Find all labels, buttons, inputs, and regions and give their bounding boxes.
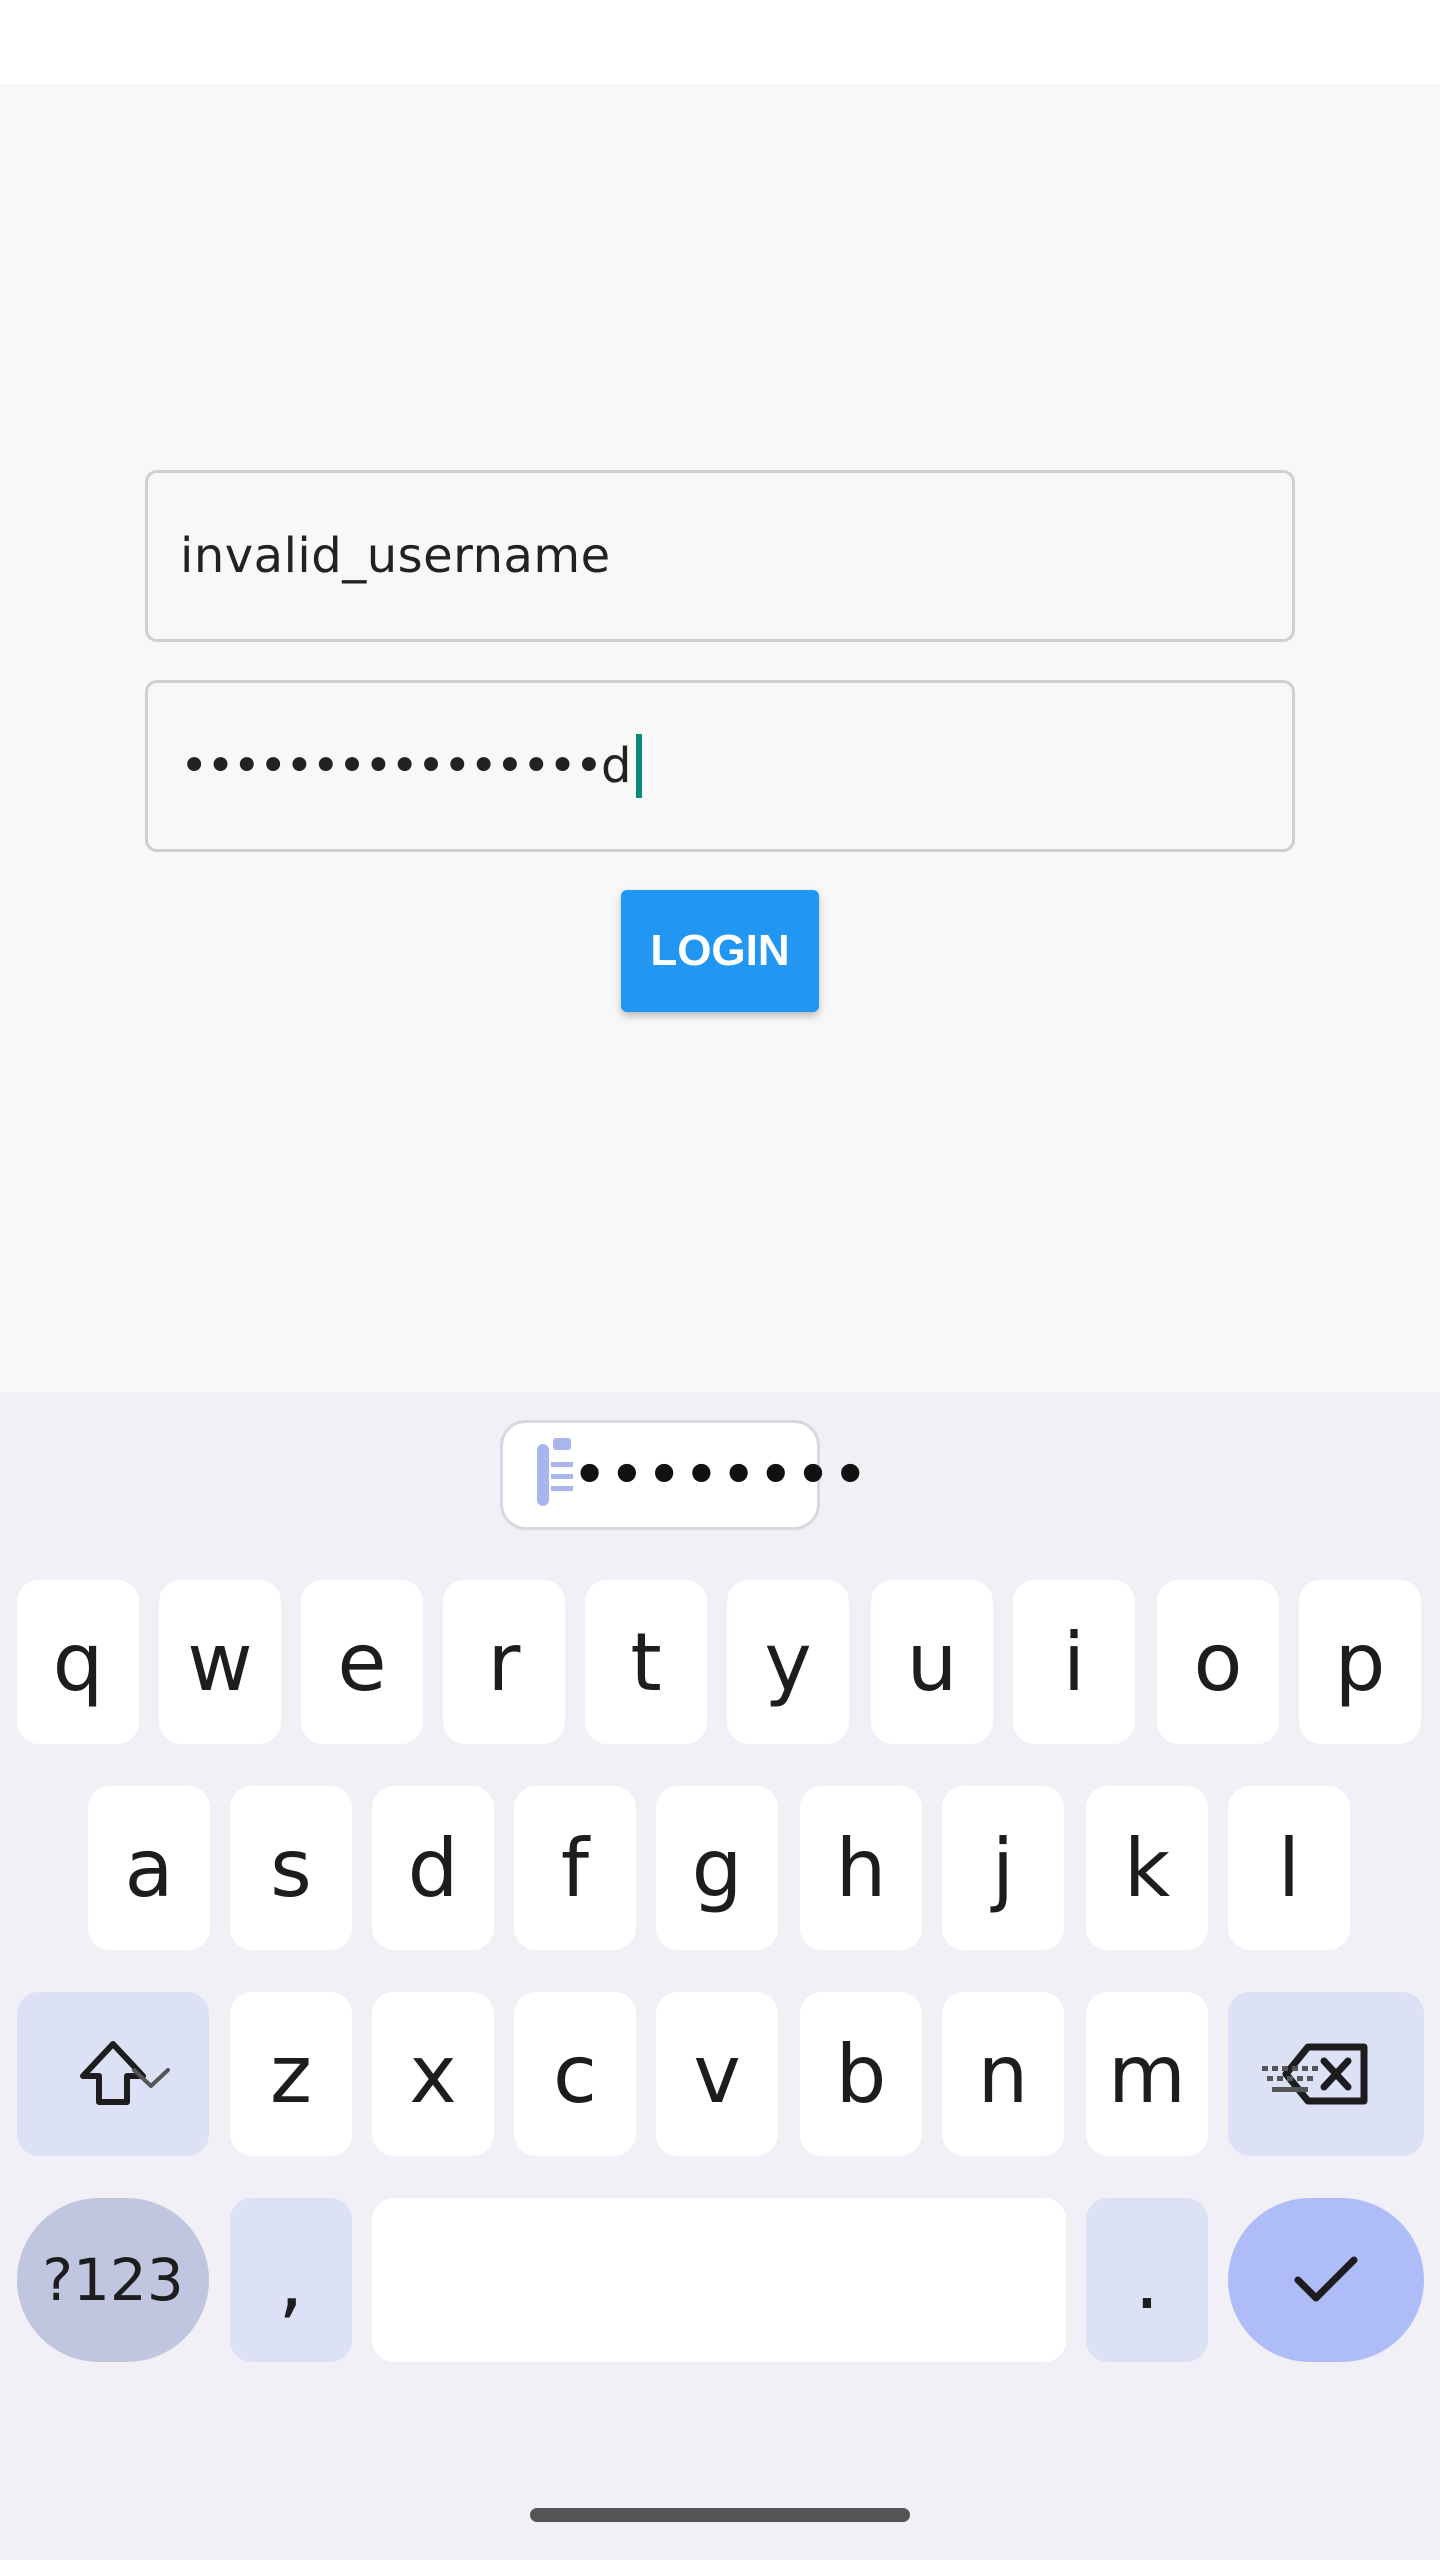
key-z[interactable]: z: [230, 1992, 352, 2156]
key-q[interactable]: q: [17, 1580, 139, 1744]
clipboard-icon: [537, 1438, 573, 1506]
keyboard-icon: [1262, 2066, 1318, 2092]
key-c[interactable]: c: [514, 1992, 636, 2156]
username-field[interactable]: invalid_username: [145, 470, 1295, 642]
key-s[interactable]: s: [230, 1786, 352, 1950]
key-t[interactable]: t: [585, 1580, 707, 1744]
key-m[interactable]: m: [1086, 1992, 1208, 2156]
password-masked-value: ••••••••••••••••: [180, 738, 603, 794]
key-w[interactable]: w: [159, 1580, 281, 1744]
key-a[interactable]: a: [88, 1786, 210, 1950]
key-x[interactable]: x: [372, 1992, 494, 2156]
status-bar: [0, 0, 1440, 84]
key-r[interactable]: r: [443, 1580, 565, 1744]
key-b[interactable]: b: [800, 1992, 922, 2156]
key-v[interactable]: v: [656, 1992, 778, 2156]
key-h[interactable]: h: [800, 1786, 922, 1950]
key-o[interactable]: o: [1157, 1580, 1279, 1744]
on-screen-keyboard: •••••••• q w e r t y u i o p a s d f g h…: [0, 1392, 1440, 2560]
backspace-key[interactable]: [1228, 1992, 1424, 2156]
key-y[interactable]: y: [727, 1580, 849, 1744]
key-p[interactable]: p: [1299, 1580, 1421, 1744]
key-d[interactable]: d: [372, 1786, 494, 1950]
key-f[interactable]: f: [514, 1786, 636, 1950]
key-l[interactable]: l: [1228, 1786, 1350, 1950]
hide-keyboard-button[interactable]: [130, 2064, 172, 2097]
clipboard-suggestion-text: ••••••••: [573, 1445, 871, 1505]
symbols-key[interactable]: ?123: [17, 2198, 209, 2362]
chevron-down-icon: [132, 2068, 170, 2088]
key-j[interactable]: j: [942, 1786, 1064, 1950]
key-k[interactable]: k: [1086, 1786, 1208, 1950]
check-icon: [1294, 2256, 1358, 2302]
username-value: invalid_username: [180, 528, 611, 584]
password-last-char: d: [601, 738, 632, 794]
enter-key[interactable]: [1228, 2198, 1424, 2362]
shift-key[interactable]: [17, 1992, 209, 2156]
key-i[interactable]: i: [1013, 1580, 1135, 1744]
home-indicator[interactable]: [530, 2508, 910, 2522]
key-e[interactable]: e: [301, 1580, 423, 1744]
space-key[interactable]: [372, 2198, 1066, 2362]
login-button[interactable]: LOGIN: [621, 890, 819, 1012]
clipboard-suggestion-chip[interactable]: ••••••••: [500, 1420, 867, 1530]
comma-key[interactable]: ,: [230, 2198, 352, 2362]
key-u[interactable]: u: [871, 1580, 993, 1744]
password-field[interactable]: •••••••••••••••• d: [145, 680, 1295, 852]
text-cursor: [635, 734, 642, 798]
period-key[interactable]: .: [1086, 2198, 1208, 2362]
key-g[interactable]: g: [656, 1786, 778, 1950]
switch-keyboard-button[interactable]: [1262, 2066, 1318, 2103]
key-n[interactable]: n: [942, 1992, 1064, 2156]
